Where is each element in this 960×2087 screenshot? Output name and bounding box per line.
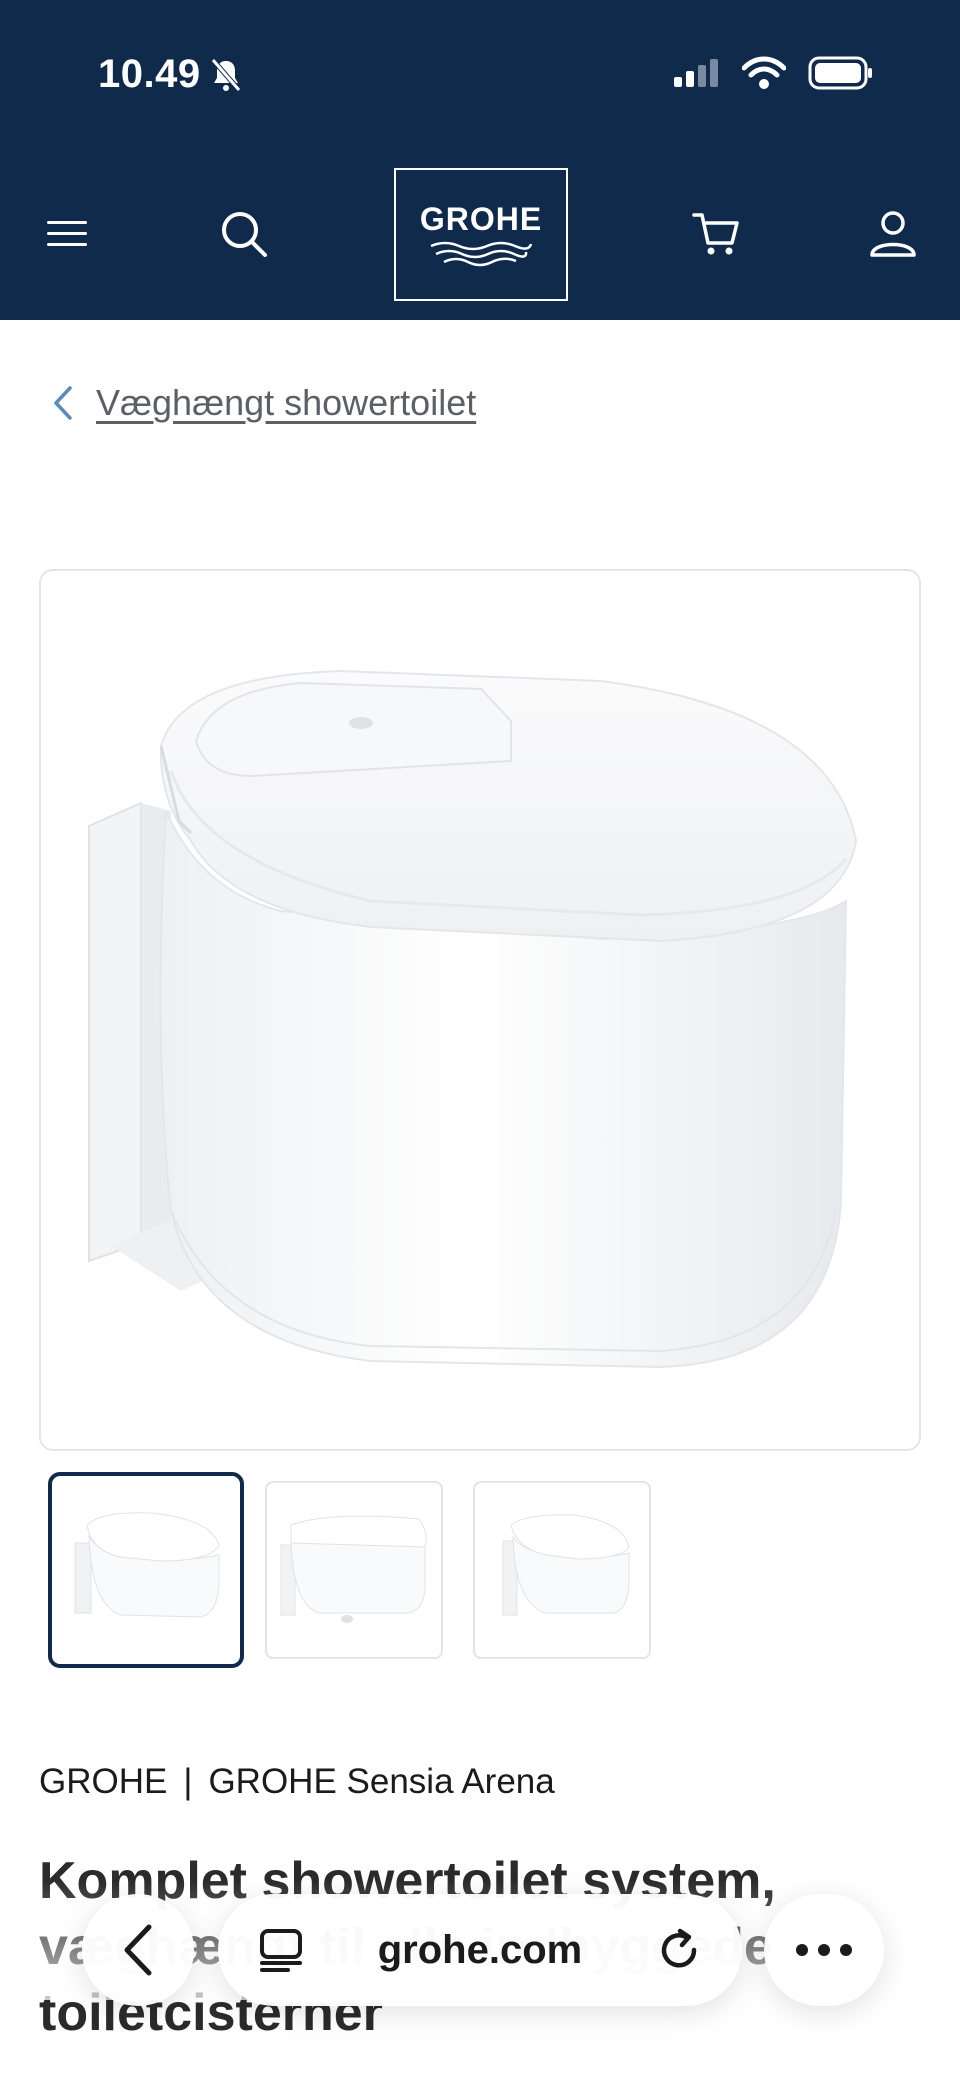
site-header: 10.49 GROHE: [0, 0, 960, 320]
brand-separator: |: [183, 1762, 193, 1801]
thumbnail-2[interactable]: [265, 1481, 443, 1659]
cart-icon: [692, 213, 739, 255]
logo-waves-icon: [430, 241, 533, 267]
search-icon: [222, 212, 267, 257]
logo-text: GROHE: [419, 201, 543, 237]
breadcrumb-label: Væghængt showertoilet: [96, 382, 477, 423]
shower-toilet-image: [88, 669, 858, 1369]
wifi-icon: [742, 56, 786, 89]
browser-more-button[interactable]: [764, 1894, 884, 2006]
status-time: 10.49: [98, 52, 243, 97]
url-text: grohe.com: [377, 1927, 583, 1972]
collection-name: GROHE Sensia Arena: [208, 1762, 555, 1801]
browser-address-bar[interactable]: grohe.com: [218, 1894, 742, 2006]
status-icons: [672, 56, 874, 90]
chevron-left-icon: [54, 386, 72, 420]
reload-icon[interactable]: [656, 1927, 702, 1973]
tabs-icon: [260, 1929, 302, 1972]
breadcrumb[interactable]: Væghængt showertoilet: [52, 382, 476, 424]
brand-name: GROHE: [39, 1762, 168, 1801]
bell-muted-icon: [210, 57, 241, 92]
signal-icon: [674, 59, 718, 87]
thumbnail-image: [280, 1515, 427, 1623]
menu-button[interactable]: [37, 204, 97, 264]
thumbnail-1[interactable]: [48, 1472, 244, 1668]
status-time-text: 10.49: [98, 52, 201, 96]
search-button[interactable]: [214, 204, 274, 264]
product-image[interactable]: [39, 569, 921, 1451]
menu-icon: [47, 221, 87, 246]
product-brand-line: GROHE | GROHE Sensia Arena: [39, 1762, 555, 1802]
cart-button[interactable]: [686, 204, 746, 264]
browser-back-button[interactable]: [82, 1894, 194, 2006]
thumbnail-image: [502, 1514, 630, 1616]
user-icon: [870, 211, 916, 257]
chevron-left-icon: [124, 1924, 152, 1976]
account-button[interactable]: [863, 204, 923, 264]
grohe-logo[interactable]: GROHE: [394, 168, 568, 301]
thumbnail-3[interactable]: [473, 1481, 651, 1659]
battery-icon: [808, 56, 872, 90]
main-nav: GROHE: [0, 160, 960, 310]
thumbnail-image: [74, 1512, 220, 1618]
more-icon: [796, 1944, 852, 1956]
